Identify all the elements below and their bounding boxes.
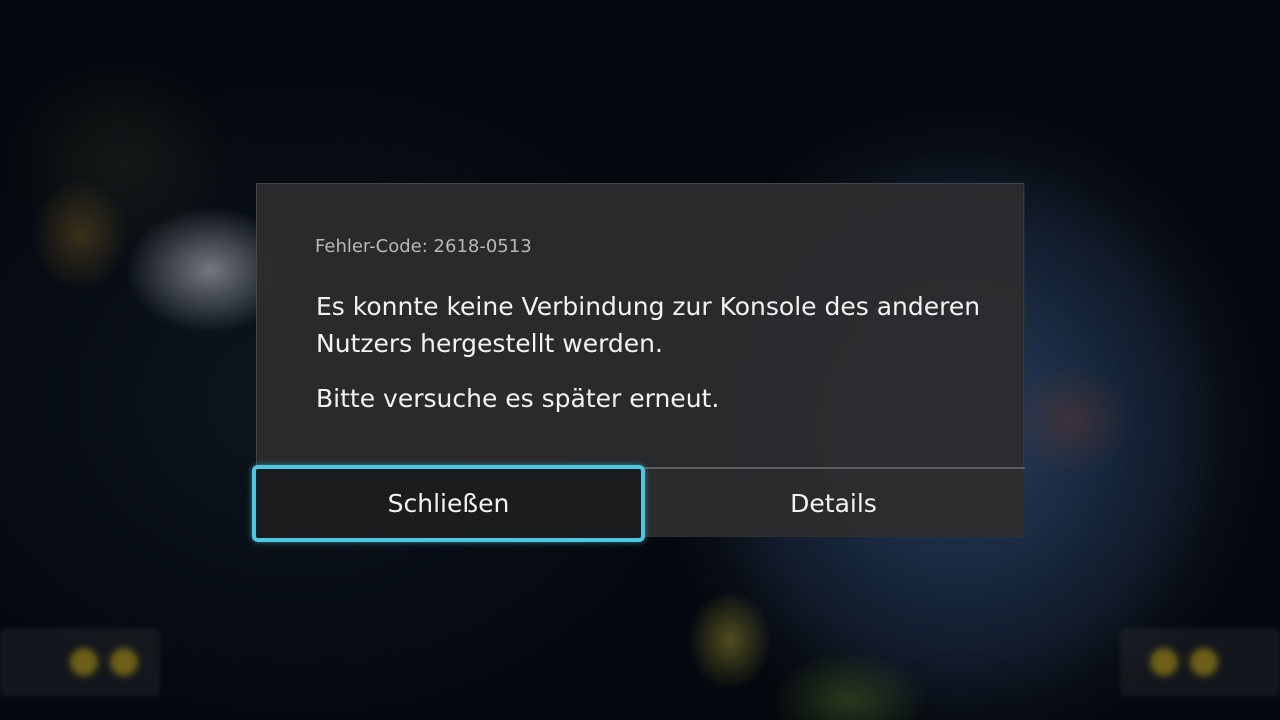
dialog-body: Fehler-Code: 2618-0513 Es konnte keine V… xyxy=(257,184,1025,467)
screen: Fehler-Code: 2618-0513 Es konnte keine V… xyxy=(0,0,1280,720)
error-code: Fehler-Code: 2618-0513 xyxy=(315,236,532,257)
error-message-line2: Nutzers hergestellt werden. xyxy=(316,329,663,358)
error-message-secondary: Bitte versuche es später erneut. xyxy=(316,384,720,413)
hud-coin-icon xyxy=(110,648,138,676)
details-button[interactable]: Details xyxy=(643,469,1024,537)
hud-coin-icon xyxy=(1150,648,1178,676)
hud-right-blurred xyxy=(1120,628,1280,696)
error-message: Es konnte keine Verbindung zur Konsole d… xyxy=(316,288,996,362)
hud-coin-icon xyxy=(1190,648,1218,676)
close-button[interactable]: Schließen xyxy=(252,465,645,542)
error-dialog: Fehler-Code: 2618-0513 Es konnte keine V… xyxy=(252,183,1025,542)
error-message-line1: Es konnte keine Verbindung zur Konsole d… xyxy=(316,292,981,321)
hud-left-blurred xyxy=(0,628,160,696)
hud-coin-icon xyxy=(70,648,98,676)
